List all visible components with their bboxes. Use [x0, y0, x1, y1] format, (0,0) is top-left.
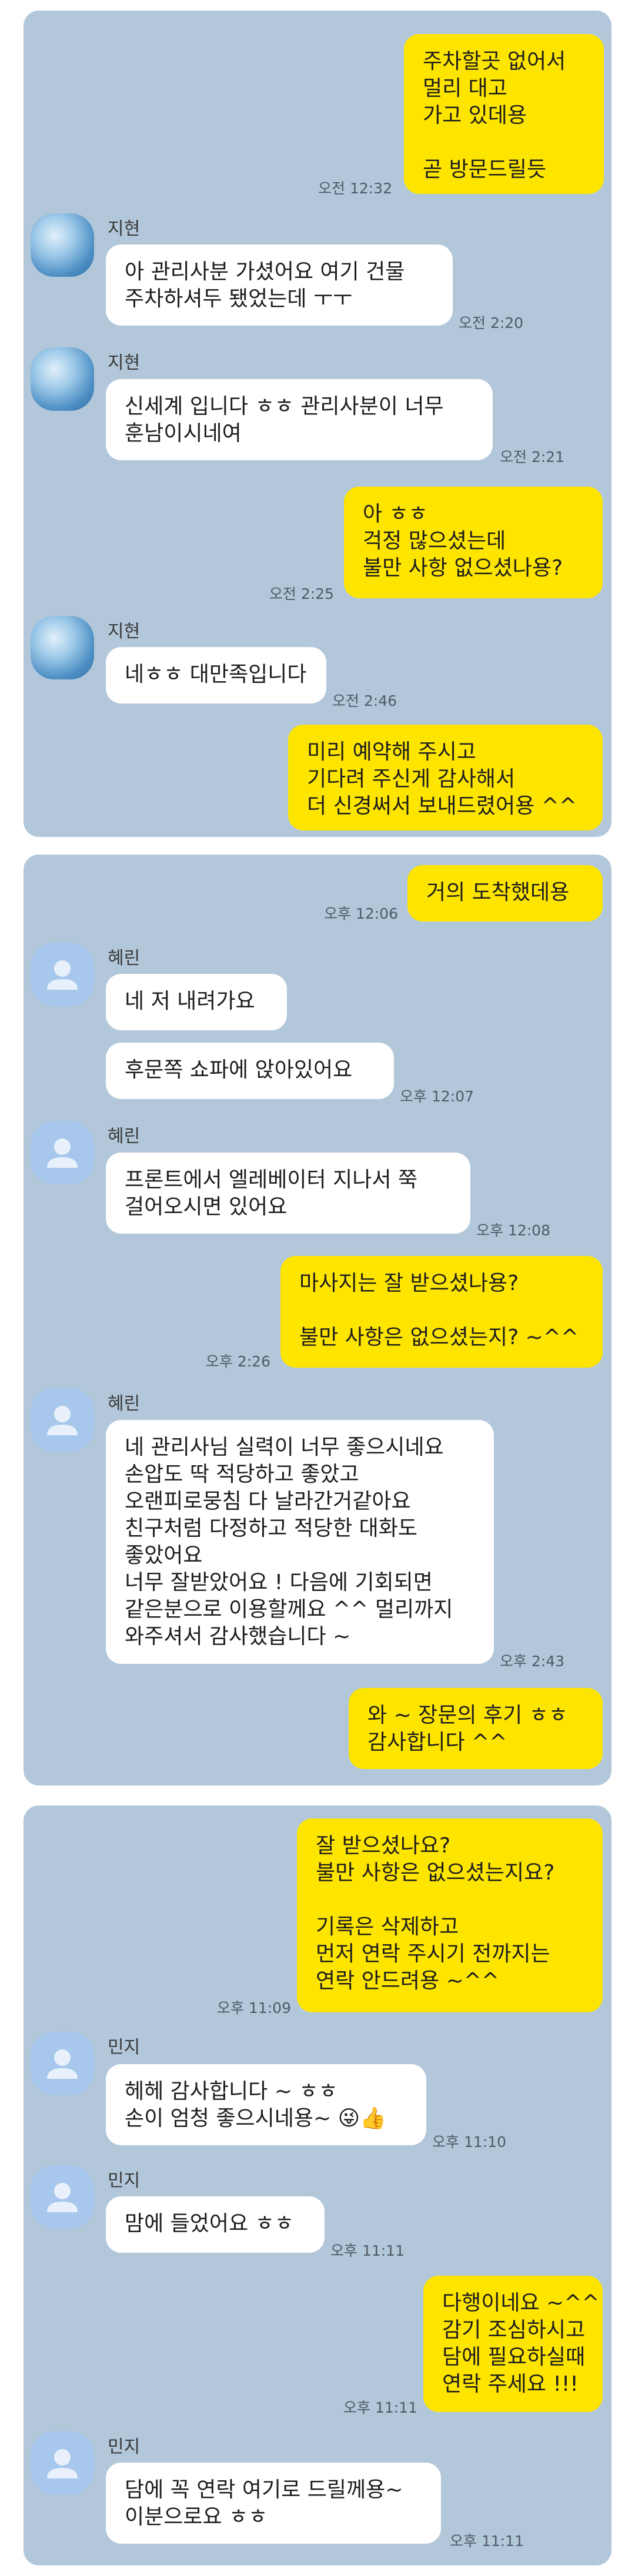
default-profile-icon — [47, 2049, 78, 2079]
avatar[interactable] — [31, 2165, 94, 2229]
message-time: 오전 2:20 — [459, 314, 524, 331]
avatar[interactable] — [31, 347, 94, 411]
message-time: 오후 11:10 — [432, 2133, 506, 2150]
sender-name: 지현 — [108, 353, 141, 373]
message-time: 오후 11:09 — [217, 1999, 291, 2016]
message-bubble-received[interactable]: 프론트에서 엘레베이터 지나서 쭉 걸어오시면 있어요 — [106, 1153, 470, 1234]
message-time: 오전 2:46 — [332, 692, 397, 709]
sender-name: 민지 — [108, 2170, 141, 2191]
message-bubble-sent[interactable]: 아 ㅎㅎ 걱정 많으셨는데 불만 사항 없으셨나용? — [344, 487, 603, 598]
sender-name: 혜린 — [108, 1393, 141, 1414]
message-bubble-sent[interactable]: 마사지는 잘 받으셨나용? 불만 사항은 없으셨는지? ~^^ — [280, 1256, 603, 1368]
message-bubble-sent[interactable]: 주차할곳 없어서 멀리 대고 가고 있데용 곧 방문드릴듯 — [404, 34, 604, 194]
sender-name: 혜린 — [108, 948, 141, 969]
message-bubble-received[interactable]: 네 관리사님 실력이 너무 좋으시네요 손압도 딱 적당하고 좋았고 오랜피로뭉… — [106, 1420, 494, 1664]
default-profile-icon — [47, 2183, 78, 2212]
chat-panel-2: 거의 도착했데용 오후 12:06 혜린 네 저 내려가요 후문쪽 쇼파에 앉아… — [24, 855, 611, 1786]
avatar[interactable] — [31, 2032, 94, 2095]
avatar[interactable] — [31, 2431, 94, 2495]
message-bubble-sent[interactable]: 다행이네요 ~^^ 감기 조심하시고 담에 필요하실때 연락 주세요 !!! — [423, 2276, 603, 2412]
sender-name: 혜린 — [108, 1126, 141, 1147]
sender-name: 민지 — [108, 2437, 141, 2457]
avatar[interactable] — [31, 616, 94, 679]
message-time: 오후 11:11 — [450, 2533, 524, 2550]
message-bubble-received[interactable]: 네 저 내려가요 — [106, 974, 287, 1030]
message-bubble-received[interactable]: 후문쪽 쇼파에 앉아있어요 — [106, 1043, 394, 1099]
message-time: 오후 12:06 — [324, 905, 398, 922]
message-time: 오후 11:11 — [330, 2242, 405, 2259]
avatar[interactable] — [31, 1388, 94, 1452]
message-bubble-sent[interactable]: 거의 도착했데용 — [407, 865, 603, 922]
message-time: 오후 12:07 — [400, 1088, 474, 1105]
message-time: 오후 11:11 — [343, 2399, 417, 2416]
message-bubble-sent[interactable]: 와 ~ 장문의 후기 ㅎㅎ 감사합니다 ^^ — [349, 1688, 603, 1769]
chat-panel-1: 주차할곳 없어서 멀리 대고 가고 있데용 곧 방문드릴듯 오전 12:32 지… — [24, 11, 611, 837]
sender-name: 지현 — [108, 621, 141, 642]
message-time: 오후 2:43 — [500, 1653, 565, 1670]
default-profile-icon — [47, 960, 78, 990]
message-time: 오전 2:21 — [500, 448, 565, 465]
avatar[interactable] — [31, 213, 94, 277]
message-bubble-received[interactable]: 담에 꼭 연락 여기로 드릴께용~ 이분으로요 ㅎㅎ — [106, 2463, 441, 2544]
message-bubble-sent[interactable]: 미리 예약해 주시고 기다려 주신게 감사해서 더 신경써서 보내드렸어용 ^^ — [288, 725, 603, 830]
message-time: 오전 12:32 — [318, 180, 392, 197]
avatar[interactable] — [31, 943, 94, 1006]
message-time: 오후 2:26 — [205, 1353, 270, 1370]
message-bubble-sent[interactable]: 잘 받으셨나요? 불만 사항은 없으셨는지요? 기록은 삭제하고 먼저 연락 주… — [297, 1818, 603, 2012]
default-profile-icon — [47, 1406, 78, 1435]
message-time: 오후 12:08 — [476, 1222, 550, 1239]
message-bubble-received[interactable]: 아 관리사분 가셨어요 여기 건물 주차하셔두 됐었는데 ㅜㅜ — [106, 244, 453, 326]
avatar[interactable] — [31, 1121, 94, 1184]
message-bubble-received[interactable]: 신세계 입니다 ㅎㅎ 관리사분이 너무 훈남이시네여 — [106, 379, 493, 460]
sender-name: 지현 — [108, 219, 141, 239]
chat-panel-3: 잘 받으셨나요? 불만 사항은 없으셨는지요? 기록은 삭제하고 먼저 연락 주… — [24, 1805, 611, 2565]
message-bubble-received[interactable]: 네ㅎㅎ 대만족입니다 — [106, 647, 326, 704]
message-bubble-received[interactable]: 맘에 들었어요 ㅎㅎ — [106, 2196, 325, 2253]
message-time: 오전 2:25 — [269, 585, 334, 602]
default-profile-icon — [47, 2449, 78, 2478]
default-profile-icon — [47, 1138, 78, 1168]
sender-name: 민지 — [108, 2037, 141, 2058]
message-bubble-received[interactable]: 헤헤 감사합니다 ~ ㅎㅎ 손이 엄청 좋으시네용~ 😜👍 — [106, 2064, 426, 2145]
